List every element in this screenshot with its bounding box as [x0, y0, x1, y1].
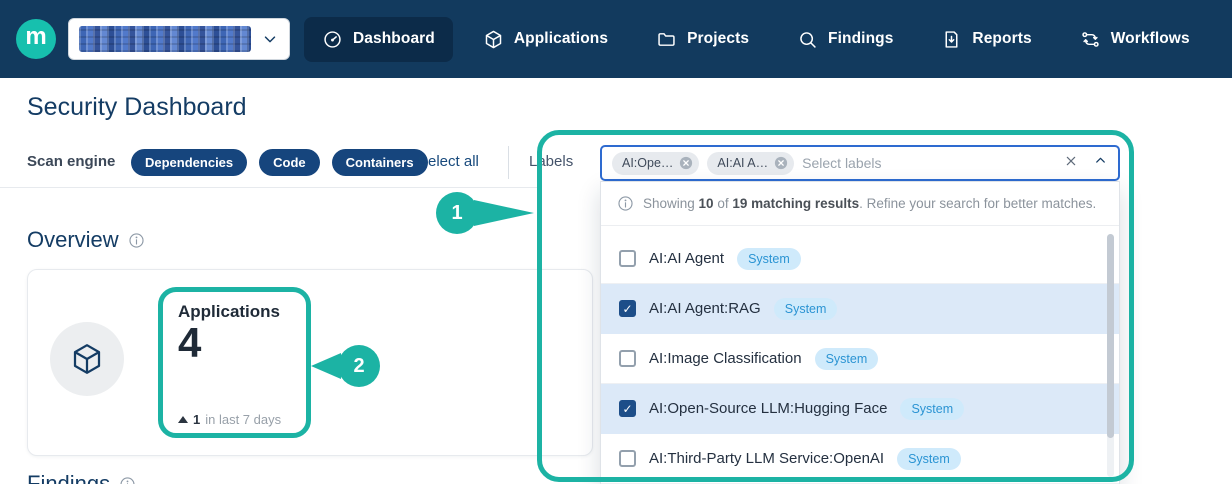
label-option-row[interactable]: AI:Third-Party LLM Service:OpenAI System — [601, 434, 1119, 484]
nav-item-label: Findings — [828, 30, 893, 48]
annotation-pointer-1 — [474, 200, 534, 226]
section-divider — [0, 187, 540, 188]
annotation-callout-1: 1 — [436, 192, 478, 234]
main-nav-menu: Dashboard Applications Projects Findings — [304, 0, 1208, 78]
label-option-text: AI:Image Classification — [649, 350, 802, 367]
labels-dropdown-panel: Showing 10 of 19 matching results. Refin… — [600, 181, 1120, 484]
labels-multiselect[interactable]: AI:Ope… AI:AI A… — [600, 145, 1120, 181]
findings-title: Findings — [27, 471, 110, 484]
dropdown-summary: Showing 10 of 19 matching results. Refin… — [601, 182, 1119, 226]
clear-icon[interactable] — [1063, 153, 1079, 174]
scan-engine-pill-containers[interactable]: Containers — [332, 149, 428, 176]
label-option-text: AI:Open-Source LLM:Hugging Face — [649, 400, 887, 417]
dropdown-scrollbar-track[interactable] — [1107, 234, 1114, 477]
chevron-up-icon[interactable] — [1093, 153, 1108, 173]
scan-engine-pill-dependencies[interactable]: Dependencies — [131, 149, 247, 176]
chip-remove-icon[interactable] — [774, 156, 788, 170]
nav-item-projects[interactable]: Projects — [638, 17, 767, 62]
nav-item-applications[interactable]: Applications — [465, 17, 626, 62]
info-icon[interactable] — [128, 232, 145, 249]
nav-item-label: Projects — [687, 30, 749, 48]
projects-icon — [656, 29, 677, 50]
nav-item-label: Applications — [514, 30, 608, 48]
org-name-redacted — [79, 26, 251, 52]
overview-title: Overview — [27, 227, 119, 253]
checkbox[interactable] — [619, 350, 636, 367]
findings-heading: Findings — [27, 471, 136, 484]
annotation-callout-2: 2 — [338, 345, 380, 387]
labels-search-input[interactable] — [802, 155, 1055, 171]
nav-item-label: Dashboard — [353, 30, 435, 48]
filter-divider — [508, 146, 509, 179]
labels-filter-label: Labels — [529, 153, 573, 170]
cube-icon — [69, 341, 105, 377]
label-chip-text: AI:Ope… — [622, 156, 673, 170]
system-badge: System — [897, 448, 961, 470]
scan-engine-label: Scan engine — [27, 153, 115, 170]
nav-item-label: Reports — [972, 30, 1031, 48]
multiselect-controls — [1063, 153, 1108, 174]
nav-item-workflows[interactable]: Workflows — [1062, 17, 1208, 62]
org-selector-dropdown[interactable] — [68, 18, 290, 60]
checkbox[interactable] — [619, 450, 636, 467]
checkbox[interactable] — [619, 400, 636, 417]
nav-item-findings[interactable]: Findings — [779, 17, 911, 62]
nav-item-reports[interactable]: Reports — [923, 17, 1049, 62]
chip-remove-icon[interactable] — [679, 156, 693, 170]
select-all-link[interactable]: Select all — [418, 153, 479, 170]
label-option-row[interactable]: AI:AI Agent:RAG System — [601, 284, 1119, 334]
label-option-row[interactable]: AI:Open-Source LLM:Hugging Face System — [601, 384, 1119, 434]
chevron-down-icon — [261, 30, 279, 48]
nav-item-dashboard[interactable]: Dashboard — [304, 17, 453, 62]
trend-up-icon — [178, 416, 188, 423]
dropdown-summary-text: Showing 10 of 19 matching results. Refin… — [643, 196, 1096, 211]
label-option-row[interactable]: AI:AI Agent System — [601, 234, 1119, 284]
workflows-icon — [1080, 29, 1101, 50]
dropdown-scrollbar-thumb[interactable] — [1107, 234, 1114, 438]
info-icon[interactable] — [119, 476, 136, 484]
system-badge: System — [900, 398, 964, 420]
applications-icon — [483, 29, 504, 50]
overview-heading: Overview — [27, 227, 145, 253]
page-title: Security Dashboard — [27, 93, 247, 122]
annotation-pointer-2 — [311, 353, 341, 379]
label-option-row[interactable]: AI:Image Classification System — [601, 334, 1119, 384]
label-option-text: AI:AI Agent:RAG — [649, 300, 761, 317]
findings-icon — [797, 29, 818, 50]
top-nav: m Dashboard Applications — [0, 0, 1232, 78]
label-chip[interactable]: AI:Ope… — [612, 152, 699, 175]
brand-logo-glyph: m — [25, 25, 46, 49]
stat-delta-value: 1 — [193, 412, 200, 427]
label-option-text: AI:Third-Party LLM Service:OpenAI — [649, 450, 884, 467]
label-chip[interactable]: AI:AI A… — [707, 152, 794, 175]
system-badge: System — [774, 298, 838, 320]
stat-value: 4 — [178, 322, 201, 364]
info-icon — [617, 195, 634, 212]
nav-item-label: Workflows — [1111, 30, 1190, 48]
applications-stat-card: Applications 4 1 in last 7 days — [27, 269, 593, 456]
label-option-text: AI:AI Agent — [649, 250, 724, 267]
dashboard-icon — [322, 29, 343, 50]
app-window: m Dashboard Applications — [0, 0, 1232, 484]
checkbox[interactable] — [619, 300, 636, 317]
reports-icon — [941, 29, 962, 50]
stat-delta-period: in last 7 days — [205, 412, 281, 427]
label-chip-text: AI:AI A… — [717, 156, 768, 170]
checkbox[interactable] — [619, 250, 636, 267]
dropdown-spacer — [601, 226, 1119, 234]
stat-delta: 1 in last 7 days — [178, 412, 281, 427]
system-badge: System — [737, 248, 801, 270]
scan-engine-pill-code[interactable]: Code — [259, 149, 320, 176]
system-badge: System — [815, 348, 879, 370]
brand-logo[interactable]: m — [16, 19, 56, 59]
scan-engine-pills: Dependencies Code Containers — [131, 149, 428, 176]
applications-icon-circle — [50, 322, 124, 396]
